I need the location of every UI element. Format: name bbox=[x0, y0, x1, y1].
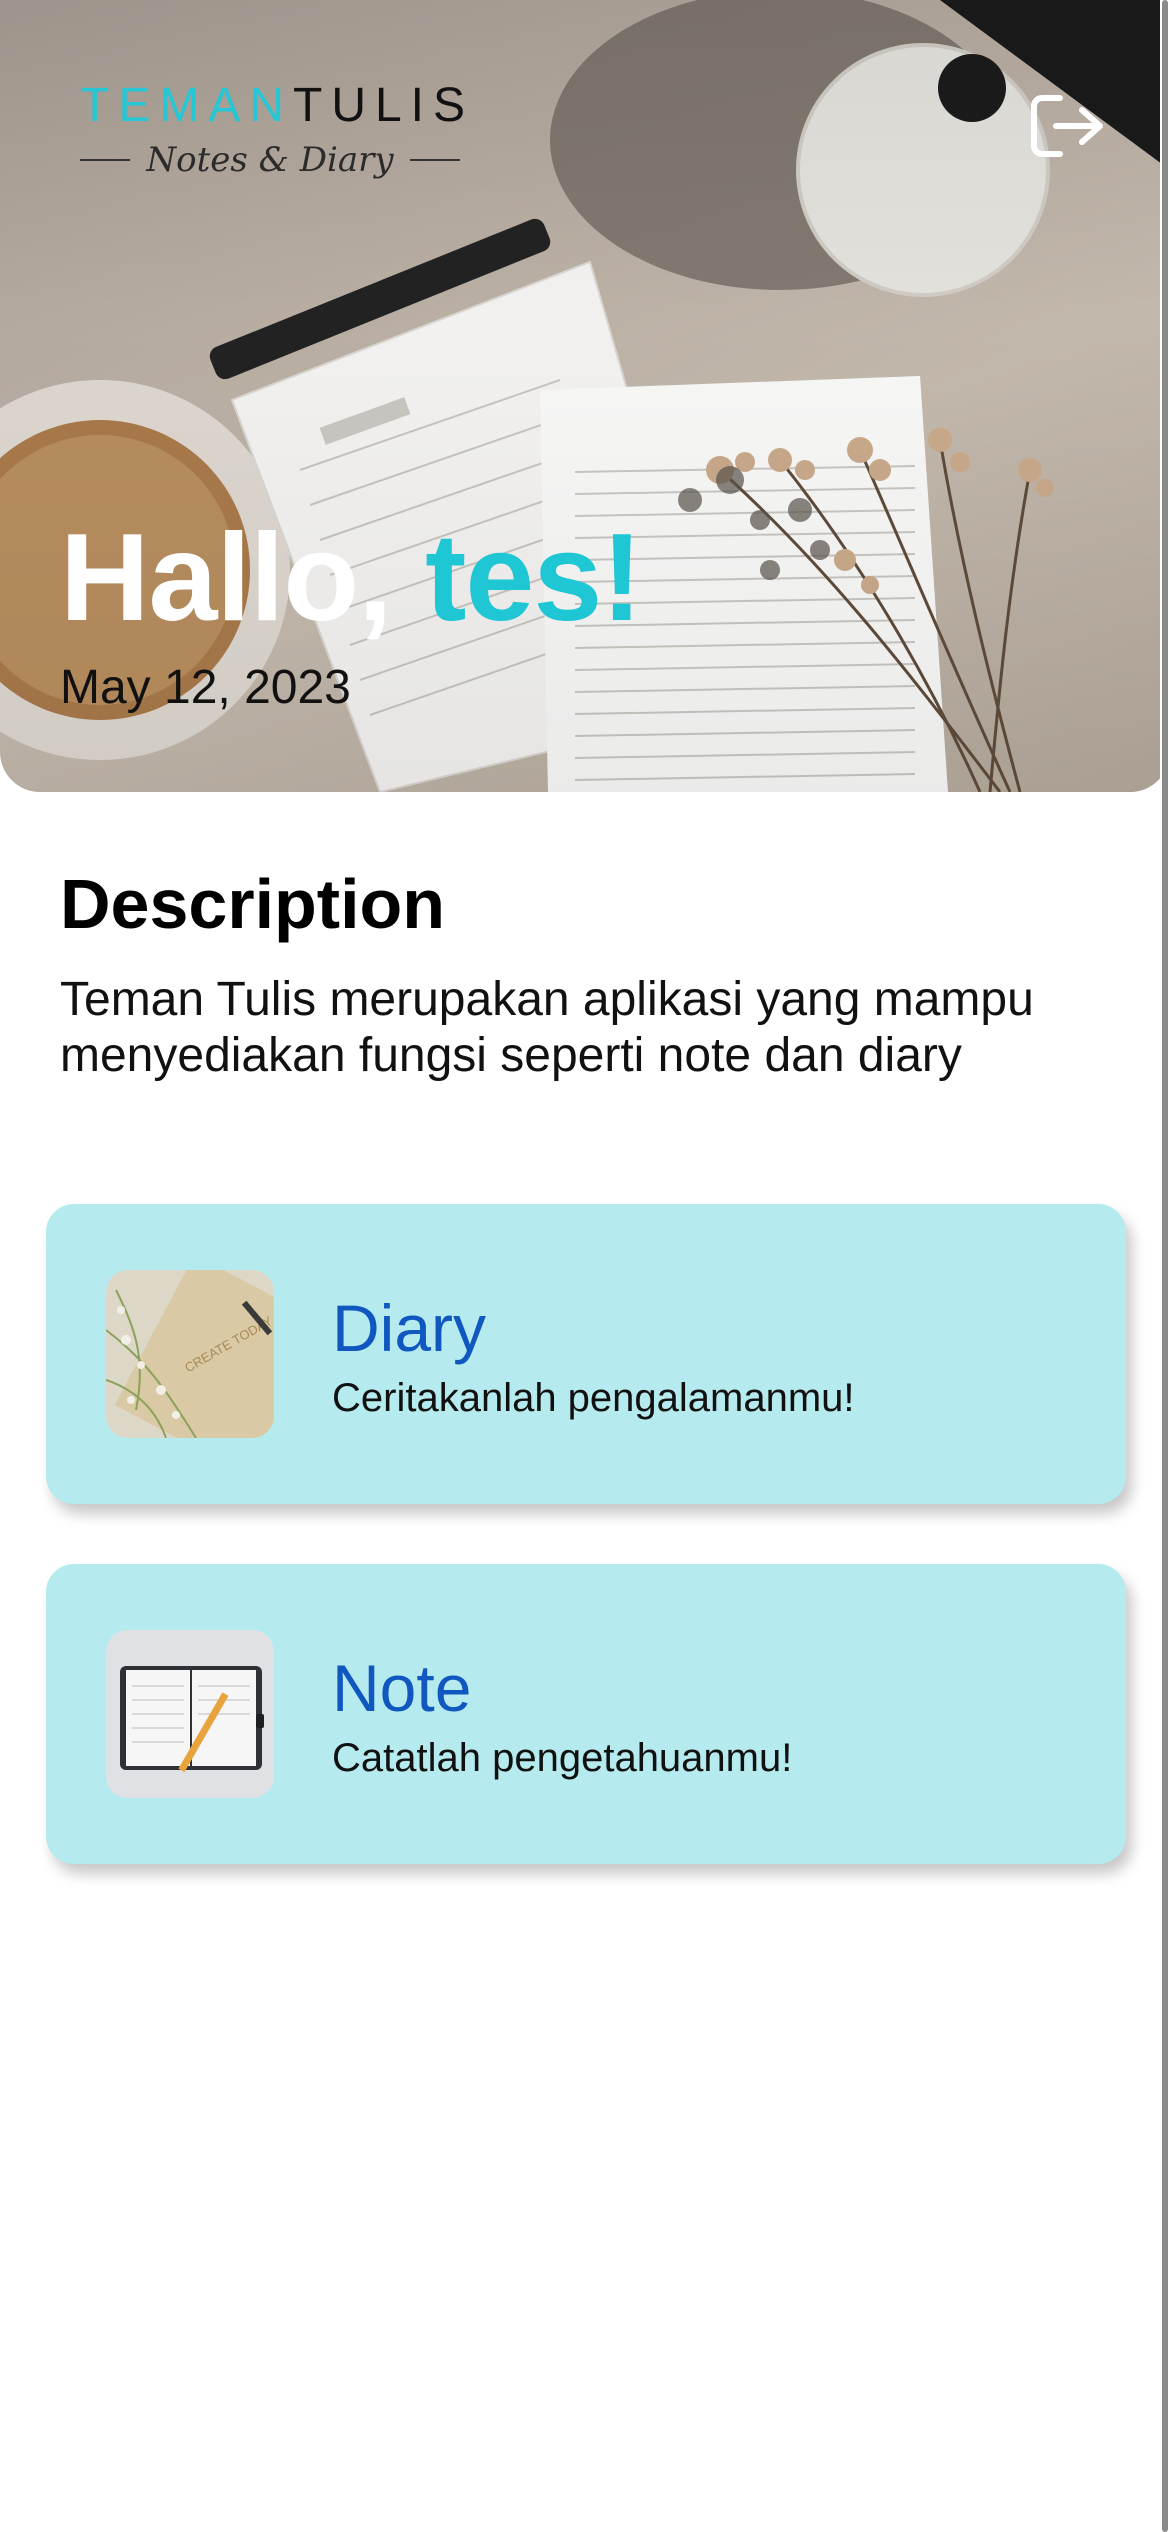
current-date: May 12, 2023 bbox=[60, 661, 351, 714]
note-card-subtitle: Catatlah pengetahuanmu! bbox=[332, 1736, 793, 1780]
scrollbar-track[interactable] bbox=[1160, 0, 1170, 2532]
logo-word-tulis: TULIS bbox=[293, 79, 475, 132]
note-card[interactable]: Note Catatlah pengetahuanmu! bbox=[46, 1564, 1126, 1864]
diary-card[interactable]: CREATE TODAY Diary Ceritakanlah pengalam… bbox=[46, 1204, 1126, 1504]
logout-button[interactable] bbox=[1030, 92, 1106, 160]
greeting-heading: Hallo, tes! bbox=[60, 508, 643, 648]
logo-tagline: Notes & Diary bbox=[146, 140, 394, 180]
note-card-title: Note bbox=[332, 1651, 472, 1725]
logo-wordmark: TEMANTULIS bbox=[80, 78, 474, 134]
logo-word-teman: TEMAN bbox=[80, 79, 293, 132]
greeting-username: tes! bbox=[425, 509, 643, 647]
diary-card-title: Diary bbox=[332, 1291, 487, 1365]
scrollbar-thumb[interactable] bbox=[1162, 0, 1168, 2532]
greeting-text: Hallo, bbox=[60, 509, 393, 647]
hero-banner: TEMANTULIS Notes & Diary Hallo, tes! May… bbox=[0, 0, 1170, 792]
logo-tagline-row: Notes & Diary bbox=[80, 140, 461, 180]
diary-thumbnail-image: CREATE TODAY bbox=[106, 1270, 274, 1438]
app-logo: TEMANTULIS Notes & Diary bbox=[80, 78, 465, 188]
description-title: Description bbox=[60, 865, 446, 943]
logo-divider-right bbox=[409, 159, 461, 161]
note-thumbnail bbox=[106, 1630, 274, 1798]
description-text: Teman Tulis merupakan aplikasi yang mamp… bbox=[60, 973, 1034, 1082]
logout-icon bbox=[1031, 95, 1103, 157]
note-thumbnail-image bbox=[106, 1630, 274, 1798]
logo-divider-left bbox=[80, 159, 131, 161]
diary-thumbnail: CREATE TODAY bbox=[106, 1270, 274, 1438]
diary-card-subtitle: Ceritakanlah pengalamanmu! bbox=[332, 1376, 855, 1420]
